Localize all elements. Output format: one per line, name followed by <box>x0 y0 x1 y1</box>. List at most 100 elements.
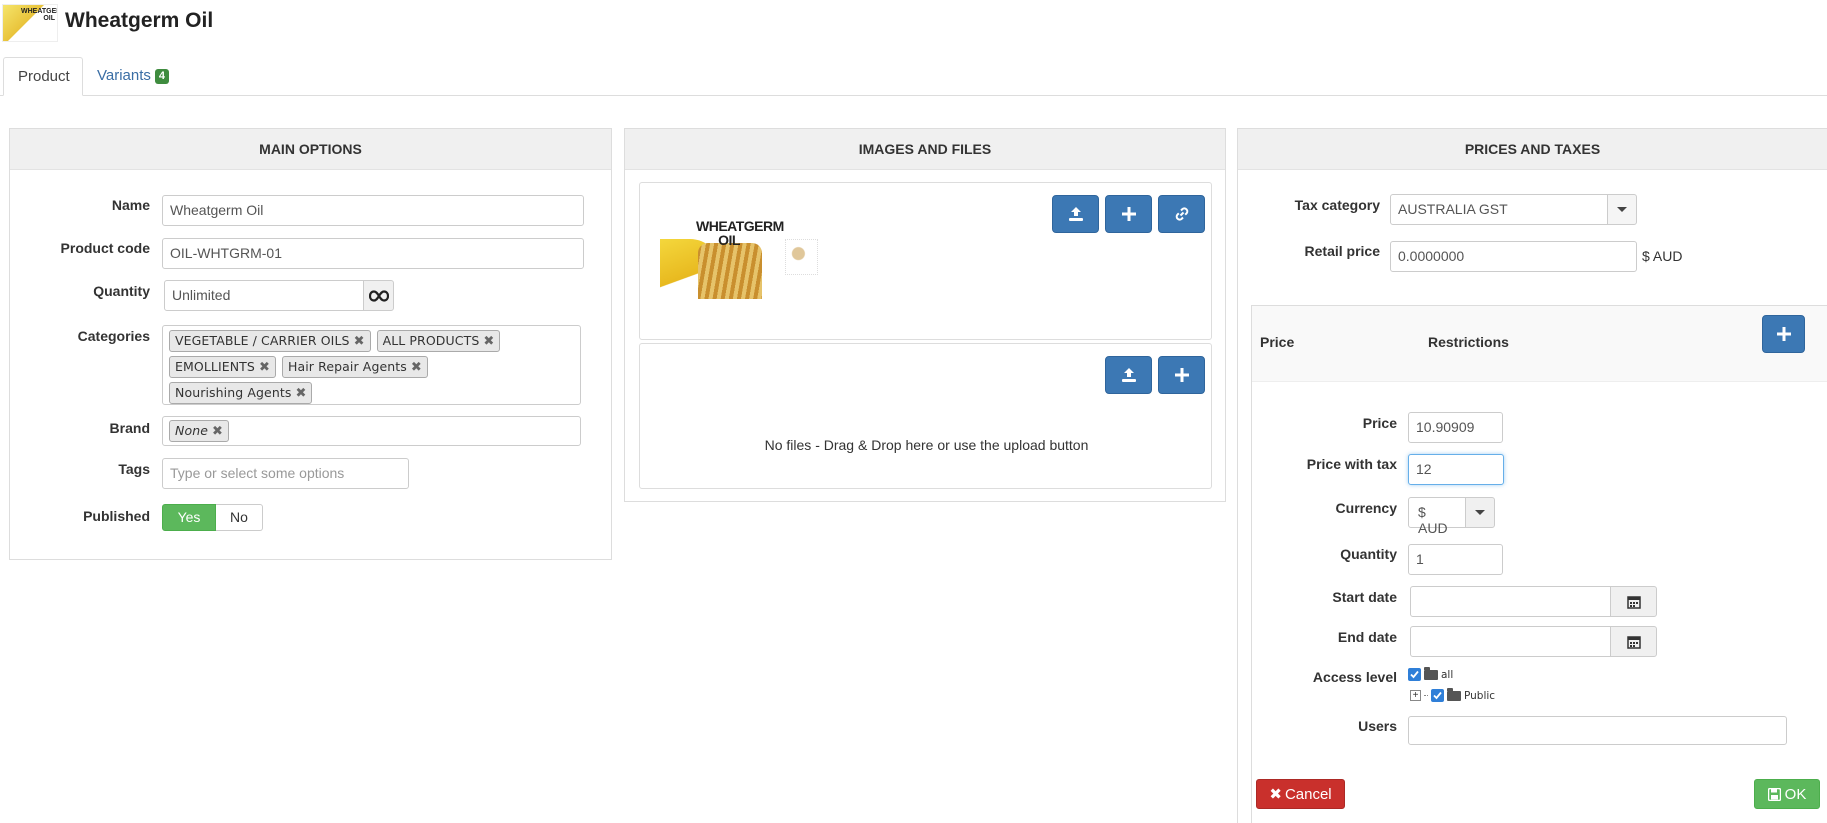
access-level-label: Access level <box>1312 669 1397 685</box>
tax-category-label: Tax category <box>1294 197 1380 213</box>
chevron-down-icon <box>1617 207 1627 212</box>
prices-taxes-heading: PRICES AND TAXES <box>1238 129 1827 170</box>
price-rule-editor <box>1251 305 1827 823</box>
access-all-checkbox[interactable] <box>1408 668 1421 681</box>
folder-icon <box>1447 687 1461 701</box>
users-label: Users <box>1358 718 1397 734</box>
brand-chip[interactable]: None ✖ <box>169 420 230 442</box>
remove-chip-icon[interactable]: ✖ <box>295 386 306 401</box>
start-date-label: Start date <box>1332 589 1397 605</box>
category-chip-label: Hair Repair Agents <box>287 359 407 374</box>
save-icon <box>1767 787 1781 801</box>
file-dropzone[interactable]: No files - Drag & Drop here or use the u… <box>639 343 1212 489</box>
upload-file-button[interactable] <box>1105 356 1152 394</box>
price-label: Price <box>1362 415 1397 431</box>
name-input[interactable]: Wheatgerm Oil <box>162 195 584 226</box>
retail-price-label: Retail price <box>1304 243 1380 259</box>
link-image-button[interactable] <box>1158 195 1205 233</box>
main-options-heading: MAIN OPTIONS <box>10 129 611 170</box>
category-chip[interactable]: VEGETABLE / CARRIER OILS ✖ <box>169 330 371 352</box>
price-with-tax-label: Price with tax <box>1306 456 1397 472</box>
check-icon <box>1433 691 1442 700</box>
brand-select[interactable]: None ✖ <box>162 416 581 446</box>
quantity-value: Unlimited <box>172 287 231 303</box>
calendar-icon <box>1626 635 1641 649</box>
add-price-button[interactable] <box>1762 315 1805 353</box>
price-input[interactable]: 10.90909 <box>1408 412 1503 443</box>
product-code-input[interactable]: OIL-WHTGRM-01 <box>162 238 584 269</box>
category-chip[interactable]: EMOLLIENTS ✖ <box>169 356 276 378</box>
unlimited-toggle-button[interactable] <box>363 280 394 311</box>
product-image-thumbnail[interactable]: WHEATGERM OIL <box>660 219 818 301</box>
categories-label: Categories <box>77 328 150 344</box>
category-chip[interactable]: Nourishing Agents ✖ <box>169 382 313 404</box>
tax-category-value: AUSTRALIA GST <box>1398 201 1508 217</box>
users-input[interactable] <box>1408 716 1787 745</box>
remove-chip-icon[interactable]: ✖ <box>354 334 365 349</box>
end-date-calendar-button[interactable] <box>1610 626 1657 657</box>
plus-icon <box>1121 207 1136 221</box>
currency-dropdown-button[interactable] <box>1465 497 1495 528</box>
price-rule-header <box>1252 306 1827 382</box>
category-chip[interactable]: Hair Repair Agents ✖ <box>281 356 428 378</box>
remove-chip-icon[interactable]: ✖ <box>411 360 422 375</box>
tab-product-label: Product <box>18 68 70 85</box>
tab-variants[interactable]: Variants 4 <box>83 57 183 96</box>
add-file-button[interactable] <box>1158 356 1205 394</box>
end-date-input[interactable] <box>1410 626 1611 657</box>
remove-chip-icon[interactable]: ✖ <box>259 360 270 375</box>
access-tree-public[interactable]: + Public <box>1410 687 1496 702</box>
chevron-down-icon <box>1475 510 1485 515</box>
price-with-tax-input[interactable]: 12 <box>1408 454 1504 485</box>
expand-tree-icon[interactable]: + <box>1410 690 1421 701</box>
access-public-checkbox[interactable] <box>1431 689 1444 702</box>
image-title-text: WHEATGERM OIL <box>696 219 784 248</box>
start-date-input[interactable] <box>1410 586 1611 617</box>
published-yes-button[interactable]: Yes <box>162 504 216 531</box>
access-tree-all[interactable]: all <box>1408 666 1454 681</box>
ok-button-label: OK <box>1784 785 1807 803</box>
check-icon <box>1410 670 1419 679</box>
product-logo-text: WHEATGERM OIL <box>21 8 57 22</box>
category-chip[interactable]: ALL PRODUCTS ✖ <box>376 330 501 352</box>
ok-button[interactable]: OK <box>1754 779 1820 809</box>
quantity-label: Quantity <box>93 283 150 299</box>
files-empty-message: No files - Drag & Drop here or use the u… <box>764 437 1089 453</box>
tabs-divider <box>0 95 1827 96</box>
access-public-label: Public <box>1464 689 1496 702</box>
retail-price-input[interactable]: 0.0000000 <box>1390 241 1637 272</box>
quantity-input[interactable]: Unlimited <box>164 280 364 311</box>
cancel-button[interactable]: ✖ Cancel <box>1256 779 1345 809</box>
retail-price-value: 0.0000000 <box>1398 248 1465 264</box>
start-date-calendar-button[interactable] <box>1610 586 1657 617</box>
remove-chip-icon[interactable]: ✖ <box>483 334 494 349</box>
page-title: Wheatgerm Oil <box>65 9 214 32</box>
tab-product[interactable]: Product <box>3 57 83 96</box>
col-price-header: Price <box>1260 334 1295 350</box>
tree-connector <box>1424 695 1428 696</box>
name-input-value: Wheatgerm Oil <box>170 202 264 218</box>
tax-category-dropdown-button[interactable] <box>1607 194 1637 225</box>
currency-select[interactable]: $ AUD <box>1408 497 1466 536</box>
name-label: Name <box>111 197 150 213</box>
tax-category-select[interactable]: AUSTRALIA GST <box>1390 194 1608 225</box>
plus-icon <box>1776 327 1791 341</box>
access-all-label: all <box>1441 668 1454 681</box>
categories-select[interactable]: VEGETABLE / CARRIER OILS ✖ ALL PRODUCTS ✖ E… <box>162 325 581 405</box>
category-chip-label: ALL PRODUCTS <box>382 333 480 348</box>
tags-input[interactable]: Type or select some options <box>162 458 409 489</box>
tags-placeholder: Type or select some options <box>170 465 345 481</box>
product-code-value: OIL-WHTGRM-01 <box>170 245 282 261</box>
col-restrictions-header: Restrictions <box>1428 334 1509 350</box>
product-code-label: Product code <box>60 240 150 256</box>
price-quantity-input[interactable]: 1 <box>1408 544 1503 575</box>
image-dropzone[interactable]: WHEATGERM OIL <box>639 182 1212 340</box>
infinity-icon <box>368 289 389 302</box>
add-image-button[interactable] <box>1105 195 1152 233</box>
remove-chip-icon[interactable]: ✖ <box>212 424 223 439</box>
published-no-button[interactable]: No <box>216 504 263 531</box>
retail-price-unit: $ AUD <box>1642 248 1683 264</box>
upload-image-button[interactable] <box>1052 195 1099 233</box>
price-value: 10.90909 <box>1416 419 1475 435</box>
price-with-tax-value: 12 <box>1416 461 1432 477</box>
